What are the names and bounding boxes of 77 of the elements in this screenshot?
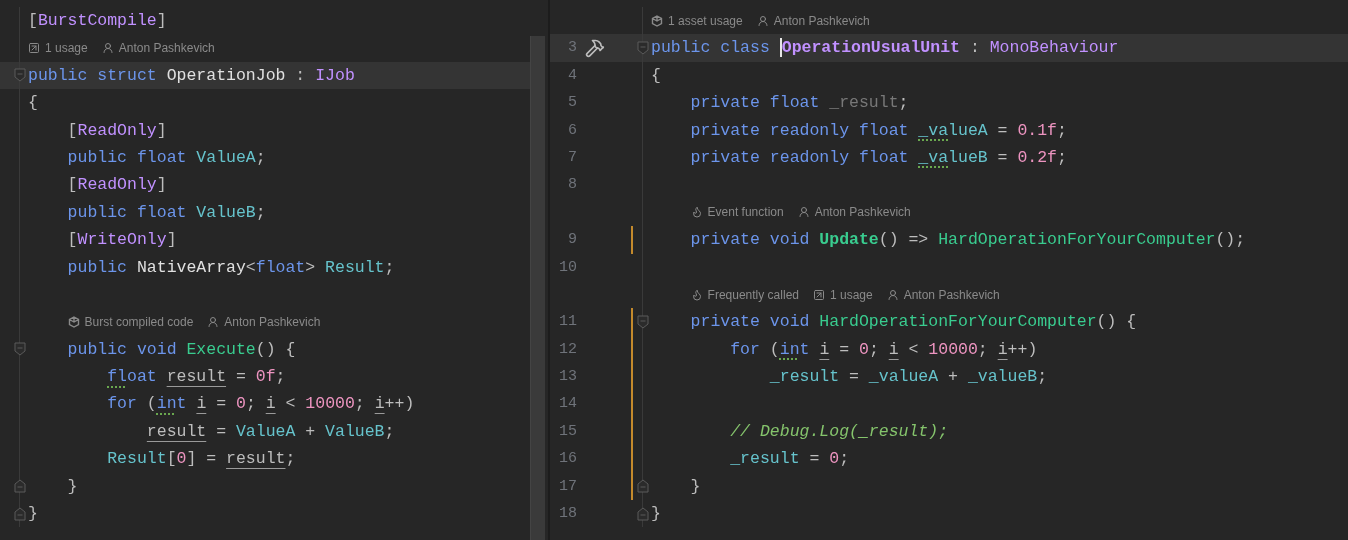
fold-icon[interactable] <box>636 41 649 56</box>
line-number: 18 <box>559 504 577 525</box>
code-line: result = ValueA + ValueB; <box>145 420 395 443</box>
line-number: 5 <box>568 93 577 114</box>
code-line: } <box>689 475 701 498</box>
code-line: { <box>651 64 661 87</box>
code-hint[interactable]: Anton Pashkevich <box>773 11 870 30</box>
code-line: _result = 0; <box>729 448 850 471</box>
user-icon <box>207 316 220 328</box>
code-line: [ReadOnly] <box>66 174 167 197</box>
fold-icon[interactable] <box>14 342 26 357</box>
line-number: 8 <box>568 175 577 196</box>
code-hint[interactable]: Anton Pashkevich <box>118 39 215 58</box>
code-line: public float ValueA; <box>66 146 266 169</box>
hammer-icon[interactable] <box>585 38 605 59</box>
flame-icon <box>690 288 703 301</box>
line-number: 16 <box>559 449 577 470</box>
line-number: 13 <box>559 367 577 388</box>
code-line: // Debug.Log(_result); <box>729 420 949 443</box>
code-line: public void Execute() { <box>66 338 296 361</box>
code-line: private void Update() => HardOperationForYourComputer(); <box>689 229 1246 252</box>
code-line: for (int i = 0; i < 10000; i++) <box>729 338 1038 361</box>
code-line: private void HardOperationForYourComputer() { <box>689 311 1137 334</box>
external-link-icon <box>28 42 40 55</box>
flame-icon <box>690 206 703 219</box>
code-line: private readonly float _valueA = 0.1f; <box>689 119 1067 142</box>
code-line: private float _result; <box>689 92 909 115</box>
line-number: 11 <box>559 312 577 333</box>
line-number: 6 <box>568 120 577 141</box>
fold-icon[interactable] <box>14 506 26 521</box>
line-number: 10 <box>559 257 577 278</box>
code-line: [ReadOnly] <box>66 119 167 142</box>
code-line: _result = _valueA + _valueB; <box>768 366 1048 389</box>
code-line: } <box>28 503 38 526</box>
code-line: } <box>66 475 78 498</box>
line-number: 17 <box>559 476 577 497</box>
fold-icon[interactable] <box>636 315 649 329</box>
line-number: 3 <box>568 38 577 59</box>
cube-icon <box>651 14 663 27</box>
code-hint[interactable]: Burst compiled code <box>84 313 194 331</box>
fold-icon[interactable] <box>14 479 26 494</box>
line-number: 7 <box>568 147 577 168</box>
code-line: public float ValueB; <box>66 201 266 224</box>
line-number: 14 <box>559 394 577 415</box>
code-line: } <box>651 503 661 526</box>
external-link-icon <box>813 288 825 301</box>
code-hint[interactable]: 1 usage <box>830 285 873 304</box>
code-hint[interactable]: Anton Pashkevich <box>814 203 911 222</box>
user-icon <box>756 14 769 27</box>
code-line: [BurstCompile] <box>28 10 167 32</box>
code-hint[interactable]: Anton Pashkevich <box>903 285 1000 304</box>
code-hint[interactable]: Frequently called <box>707 285 799 304</box>
code-line: { <box>28 92 38 115</box>
scrollbar-thumb[interactable] <box>530 36 545 540</box>
code-line: [WriteOnly] <box>66 229 177 252</box>
code-line: Result[0] = result; <box>106 448 296 471</box>
user-icon <box>101 42 114 55</box>
fold-icon[interactable] <box>636 506 649 521</box>
code-line: public class OperationUsualUnit : MonoBehaviour <box>651 37 1119 60</box>
code-line: for (int i = 0; i < 10000; i++) <box>106 393 415 416</box>
code-line: public struct OperationJob : IJob <box>28 64 355 87</box>
code-line: float result = 0f; <box>106 366 286 389</box>
line-number: 4 <box>568 65 577 86</box>
code-hint[interactable]: Anton Pashkevich <box>224 313 321 331</box>
user-icon <box>886 288 899 301</box>
fold-icon[interactable] <box>636 479 649 494</box>
code-line: private readonly float _valueB = 0.2f; <box>689 146 1067 169</box>
fold-icon[interactable] <box>14 68 26 83</box>
line-number: 12 <box>559 339 577 360</box>
code-hint[interactable]: 1 asset usage <box>668 11 743 30</box>
user-icon <box>797 206 810 219</box>
line-number: 9 <box>568 230 577 251</box>
code-line: public NativeArray<float> Result; <box>66 256 395 279</box>
code-hint[interactable]: 1 usage <box>45 39 88 58</box>
cube-icon <box>67 316 80 328</box>
line-number: 15 <box>559 421 577 442</box>
code-hint[interactable]: Event function <box>707 203 784 222</box>
